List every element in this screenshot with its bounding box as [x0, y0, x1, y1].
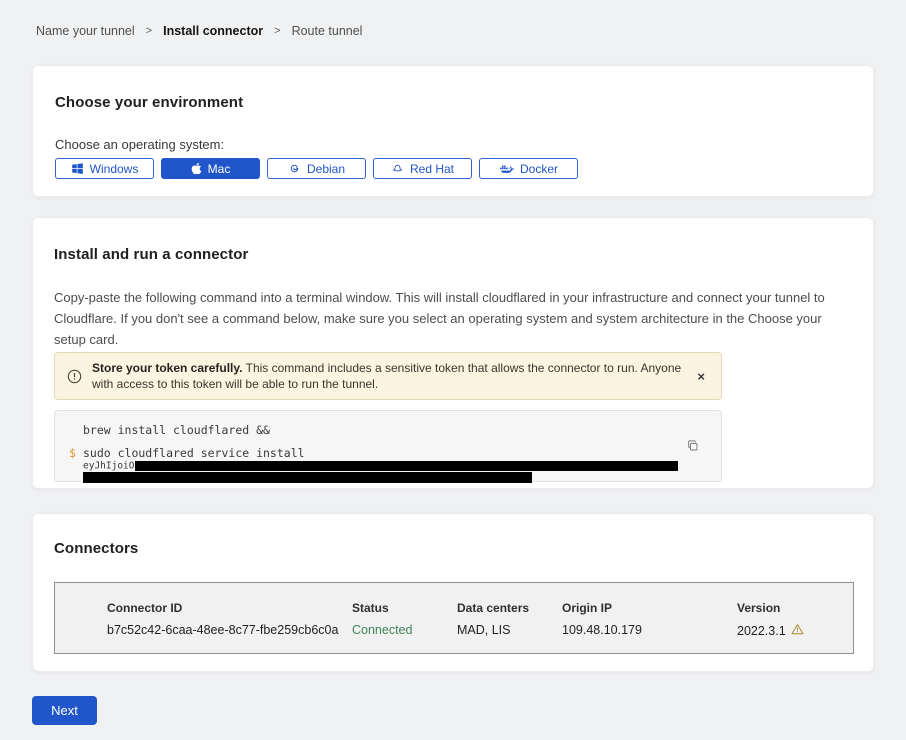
os-button-label: Debian [307, 162, 345, 176]
redhat-logo-icon [391, 162, 404, 175]
close-icon[interactable]: × [693, 368, 709, 385]
breadcrumb-step-route-tunnel[interactable]: Route tunnel [292, 24, 363, 38]
environment-card: Choose your environment Choose an operat… [32, 65, 874, 197]
os-button-label: Red Hat [410, 162, 454, 176]
column-header-status: Status [352, 601, 457, 615]
origin-ip-value: 109.48.10.179 [562, 623, 737, 637]
info-circle-icon [67, 369, 82, 384]
install-card-title: Install and run a connector [54, 246, 851, 263]
copy-icon[interactable] [686, 439, 699, 455]
install-command-codeblock[interactable]: brew install cloudflared && $ sudo cloud… [54, 410, 722, 482]
token-redaction-bar [135, 461, 678, 471]
connector-id-column: Connector ID b7c52c42-6caa-48ee-8c77-fbe… [107, 601, 352, 653]
install-connector-card: Install and run a connector Copy-paste t… [32, 217, 874, 489]
os-button-group: Windows Mac Debian Red Hat Docker [55, 158, 851, 179]
code-line-token: eyJhIjoiO [83, 461, 721, 483]
apple-logo-icon [191, 162, 202, 175]
column-header-version: Version [737, 601, 853, 615]
token-warning-bold: Store your token carefully. [92, 361, 243, 375]
code-line-service-install: sudo cloudflared service install [83, 446, 721, 460]
version-column: Version 2022.3.1 [737, 601, 853, 653]
origin-ip-column: Origin IP 109.48.10.179 [562, 601, 737, 653]
code-line-brew: brew install cloudflared && [83, 423, 721, 437]
column-header-connector-id: Connector ID [107, 601, 352, 615]
os-button-mac[interactable]: Mac [161, 158, 260, 179]
os-button-windows[interactable]: Windows [55, 158, 154, 179]
os-button-label: Mac [208, 162, 231, 176]
breadcrumb-step-name-tunnel[interactable]: Name your tunnel [36, 24, 135, 38]
environment-card-title: Choose your environment [55, 94, 851, 111]
shell-prompt: $ [69, 446, 76, 460]
debian-logo-icon [288, 162, 301, 175]
breadcrumb: Name your tunnel > Install connector > R… [0, 0, 906, 38]
column-header-data-centers: Data centers [457, 601, 562, 615]
os-button-redhat[interactable]: Red Hat [373, 158, 472, 179]
data-centers-column: Data centers MAD, LIS [457, 601, 562, 653]
breadcrumb-separator: > [146, 25, 152, 37]
connectors-card-title: Connectors [54, 540, 851, 557]
os-button-docker[interactable]: Docker [479, 158, 578, 179]
os-select-label: Choose an operating system: [55, 137, 851, 152]
data-centers-value: MAD, LIS [457, 623, 562, 637]
token-warning-text: Store your token carefully. This command… [92, 360, 683, 392]
connectors-table: Connector ID b7c52c42-6caa-48ee-8c77-fbe… [54, 582, 854, 654]
docker-logo-icon [499, 163, 514, 175]
version-value: 2022.3.1 [737, 623, 853, 638]
token-redaction-bar [83, 472, 532, 483]
status-badge: Connected [352, 623, 457, 637]
column-header-origin-ip: Origin IP [562, 601, 737, 615]
warning-triangle-icon [791, 623, 804, 638]
token-warning-banner: Store your token carefully. This command… [54, 352, 722, 400]
os-button-debian[interactable]: Debian [267, 158, 366, 179]
connector-id-value: b7c52c42-6caa-48ee-8c77-fbe259cb6c0a [107, 623, 352, 637]
next-button[interactable]: Next [32, 696, 97, 725]
os-button-label: Docker [520, 162, 558, 176]
breadcrumb-separator: > [274, 25, 280, 37]
connectors-card: Connectors Connector ID b7c52c42-6caa-48… [32, 513, 874, 672]
os-button-label: Windows [90, 162, 139, 176]
breadcrumb-step-install-connector[interactable]: Install connector [163, 24, 263, 38]
status-column: Status Connected [352, 601, 457, 653]
windows-logo-icon [71, 162, 84, 175]
install-card-description: Copy-paste the following command into a … [54, 287, 856, 350]
